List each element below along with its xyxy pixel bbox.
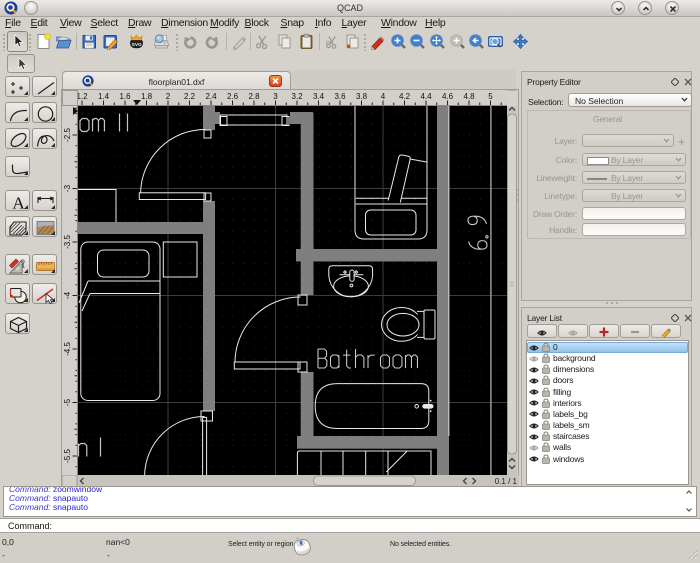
svg-text:SVG: SVG [132, 42, 142, 48]
svg-text:0.1 / 1: 0.1 / 1 [495, 477, 518, 486]
